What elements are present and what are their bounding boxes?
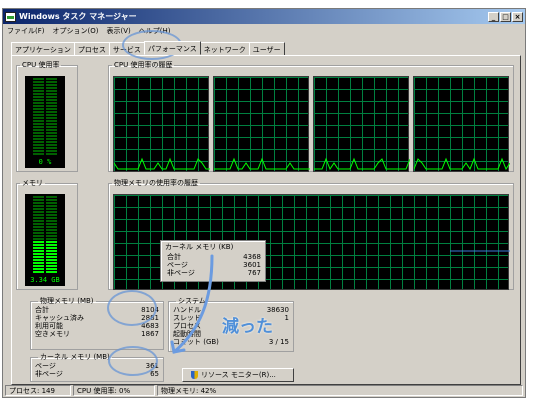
memory-usage-value: 3.34 GB bbox=[30, 276, 60, 284]
resource-monitor-label: リソース モニター(R)... bbox=[201, 371, 276, 379]
stat-label: ページ bbox=[35, 362, 56, 370]
stat-label: 利用可能 bbox=[35, 322, 63, 330]
cpu-history-label: CPU 使用率の履歴 bbox=[114, 61, 173, 69]
tab-applications[interactable]: アプリケーション bbox=[11, 42, 75, 55]
stat-value: 3 / 15 bbox=[268, 338, 289, 346]
cpu-history-graph-core-3 bbox=[313, 76, 411, 172]
menu-view[interactable]: 表示(V) bbox=[106, 26, 130, 36]
status-bar: プロセス: 149 CPU 使用率: 0% 物理メモリ: 42% bbox=[3, 384, 525, 397]
menu-file[interactable]: ファイル(F) bbox=[7, 26, 45, 36]
minimize-button[interactable]: _ bbox=[488, 11, 499, 22]
status-memory: 物理メモリ: 42% bbox=[157, 385, 523, 396]
stat-value: 1867 bbox=[141, 330, 159, 338]
cpu-usage-value: 0 % bbox=[38, 158, 52, 166]
stat-value: 767 bbox=[247, 269, 261, 277]
task-manager-window: Windows タスク マネージャー _ □ × ファイル(F) オプション(O… bbox=[2, 8, 526, 398]
physical-memory-row: 空きメモリ 1867 bbox=[35, 330, 159, 338]
cpu-core-1-line bbox=[113, 157, 210, 170]
menu-options[interactable]: オプション(O) bbox=[53, 26, 99, 36]
cpu-core-4-line bbox=[413, 157, 511, 171]
status-processes: プロセス: 149 bbox=[5, 385, 71, 396]
stat-value: 4368 bbox=[243, 253, 261, 261]
kernel-memory-label: カーネル メモリ (MB) bbox=[40, 353, 110, 361]
status-cpu: CPU 使用率: 0% bbox=[73, 385, 155, 396]
cpu-meter-bars bbox=[33, 78, 57, 155]
annotation-text: 減った bbox=[222, 317, 273, 337]
tab-users[interactable]: ユーザー bbox=[248, 42, 285, 55]
maximize-button[interactable]: □ bbox=[500, 11, 511, 22]
tab-processes[interactable]: プロセス bbox=[73, 42, 110, 55]
stat-label: 空きメモリ bbox=[35, 330, 70, 338]
cpu-history-graph-core-1 bbox=[113, 76, 210, 172]
window-title: Windows タスク マネージャー bbox=[19, 12, 137, 21]
stat-label: キャッシュ済み bbox=[35, 314, 84, 322]
cpu-usage-meter: 0 % bbox=[25, 76, 65, 168]
memory-group: メモリ 3.34 GB bbox=[16, 178, 78, 290]
stat-value: 65 bbox=[150, 370, 159, 378]
title-bar[interactable]: Windows タスク マネージャー _ □ × bbox=[3, 9, 525, 24]
cpu-history-graph-core-2 bbox=[213, 76, 310, 172]
tab-networking[interactable]: ネットワーク bbox=[199, 42, 250, 55]
annotation-arrow bbox=[170, 254, 214, 354]
tab-strip: アプリケーション プロセス サービス パフォーマンス ネットワーク ユーザー bbox=[11, 41, 285, 55]
annotation-circle-kernel bbox=[108, 346, 158, 376]
shield-icon bbox=[191, 371, 198, 379]
cpu-core-3-line bbox=[314, 157, 411, 171]
cpu-core-2-line bbox=[214, 157, 310, 170]
stat-value: 3601 bbox=[243, 261, 261, 269]
stat-label: 合計 bbox=[35, 306, 49, 314]
annotation-circle-memory bbox=[107, 290, 157, 326]
memory-usage-meter: 3.34 GB bbox=[25, 194, 65, 286]
cpu-usage-label: CPU 使用率 bbox=[22, 61, 60, 69]
cpu-usage-group: CPU 使用率 0 % bbox=[16, 60, 78, 172]
close-button[interactable]: × bbox=[512, 11, 523, 22]
physical-memory-label: 物理メモリ (MB) bbox=[40, 297, 94, 305]
memory-label: メモリ bbox=[22, 179, 43, 187]
menu-bar: ファイル(F) オプション(O) 表示(V) ヘルプ(H) bbox=[3, 24, 525, 38]
tab-performance[interactable]: パフォーマンス bbox=[143, 41, 201, 55]
memory-history-label: 物理メモリの使用率の履歴 bbox=[114, 179, 198, 187]
task-manager-icon bbox=[5, 11, 16, 22]
stat-label: 非ページ bbox=[35, 370, 63, 378]
memory-meter-bars bbox=[33, 196, 57, 273]
cpu-history-graph-core-4 bbox=[413, 76, 511, 172]
resource-monitor-button[interactable]: リソース モニター(R)... bbox=[182, 368, 294, 382]
stat-value: 1 bbox=[284, 314, 289, 322]
cpu-history-group: CPU 使用率の履歴 bbox=[108, 60, 514, 172]
